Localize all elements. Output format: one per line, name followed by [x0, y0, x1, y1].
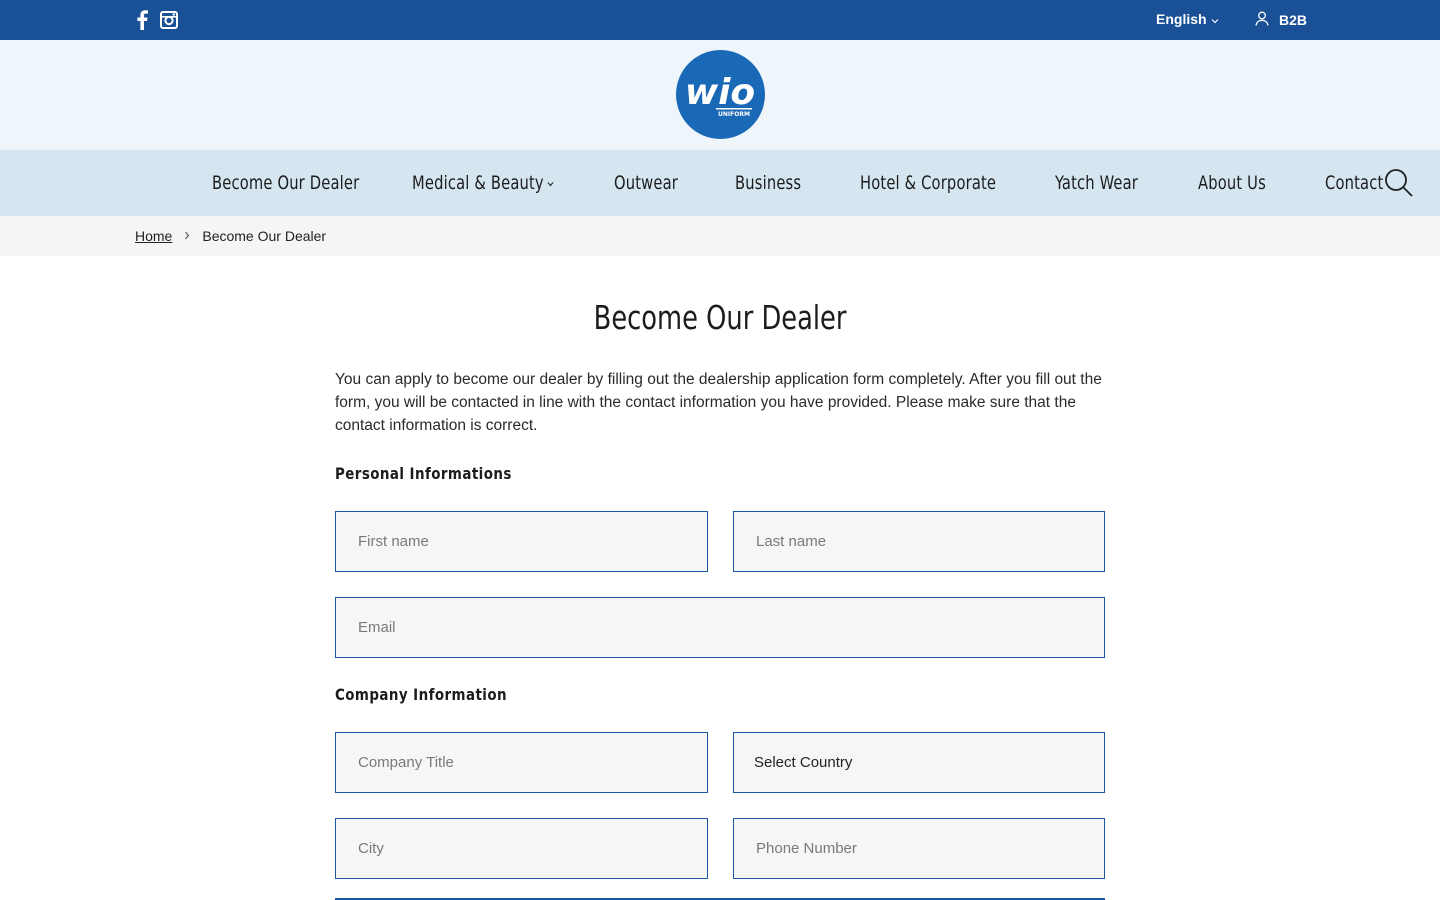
nav-item-outwear[interactable]: Outwear — [614, 172, 692, 194]
page-title: Become Our Dealer — [0, 298, 1440, 337]
last-name-field[interactable] — [733, 511, 1105, 572]
facebook-icon[interactable] — [136, 10, 148, 30]
breadcrumb-bar: Home Become Our Dealer — [0, 216, 1440, 256]
page-title-text: Become Our Dealer — [593, 298, 847, 337]
nav-item-yatch-wear[interactable]: Yatch Wear — [1055, 172, 1152, 194]
nav-item-label: Business — [735, 172, 802, 194]
nav-item-contact[interactable]: Contact — [1325, 172, 1385, 194]
nav-item-label: Outwear — [614, 172, 678, 194]
personal-info-heading: Personal Informations — [335, 464, 512, 483]
nav-item-about-us[interactable]: About Us — [1198, 172, 1281, 194]
company-info-heading: Company Information — [335, 685, 507, 704]
nav-item-label: Contact — [1325, 172, 1384, 194]
first-name-field[interactable] — [335, 511, 708, 572]
breadcrumb: Home Become Our Dealer — [135, 228, 326, 244]
top-bar: English B2B — [0, 0, 1440, 40]
b2b-label: B2B — [1279, 12, 1308, 28]
last-name-input[interactable] — [754, 532, 1084, 551]
city-input[interactable] — [356, 839, 687, 858]
social-links — [136, 10, 178, 30]
first-name-input[interactable] — [356, 532, 687, 551]
breadcrumb-home-link[interactable]: Home — [135, 228, 172, 244]
nav-items: Become Our Dealer Medical & Beauty Outwe… — [212, 150, 1425, 216]
email-field[interactable] — [335, 597, 1105, 658]
country-select[interactable]: Select Country — [733, 732, 1105, 793]
chevron-down-icon — [1211, 11, 1219, 27]
logo-strip: wio UNIFORM — [0, 40, 1440, 150]
country-select-value: Select Country — [754, 754, 853, 771]
user-icon — [1255, 11, 1269, 29]
nav-item-label: About Us — [1198, 172, 1266, 194]
b2b-link[interactable]: B2B — [1255, 11, 1307, 29]
intro-text: You can apply to become our dealer by fi… — [335, 371, 1102, 434]
breadcrumb-current: Become Our Dealer — [202, 228, 327, 244]
nav-item-business[interactable]: Business — [735, 172, 817, 194]
phone-input[interactable] — [754, 839, 1084, 858]
nav-item-label: Become Our Dealer — [212, 172, 360, 194]
phone-field[interactable] — [733, 818, 1105, 879]
nav-item-label: Medical & Beauty — [412, 172, 544, 194]
svg-text:UNIFORM: UNIFORM — [718, 111, 750, 118]
nav-item-label: Yatch Wear — [1055, 172, 1138, 194]
company-title-field[interactable] — [335, 732, 708, 793]
brand-logo[interactable]: wio UNIFORM — [676, 50, 765, 139]
svg-text:wio: wio — [685, 72, 755, 113]
main-nav: Become Our Dealer Medical & Beauty Outwe… — [0, 150, 1440, 216]
nav-item-medical-beauty[interactable]: Medical & Beauty — [412, 172, 560, 194]
city-field[interactable] — [335, 818, 708, 879]
nav-item-hotel-corporate[interactable]: Hotel & Corporate — [860, 172, 1002, 194]
nav-item-label: Hotel & Corporate — [860, 172, 997, 194]
company-title-input[interactable] — [356, 753, 687, 772]
chevron-right-icon — [184, 229, 190, 243]
email-input[interactable] — [356, 618, 1084, 637]
chevron-down-icon — [547, 177, 554, 190]
nav-item-become-dealer[interactable]: Become Our Dealer — [212, 172, 360, 194]
search-icon[interactable] — [1384, 168, 1414, 203]
language-selector[interactable]: English — [1156, 11, 1219, 27]
instagram-icon[interactable] — [160, 11, 178, 29]
language-label: English — [1156, 11, 1207, 27]
